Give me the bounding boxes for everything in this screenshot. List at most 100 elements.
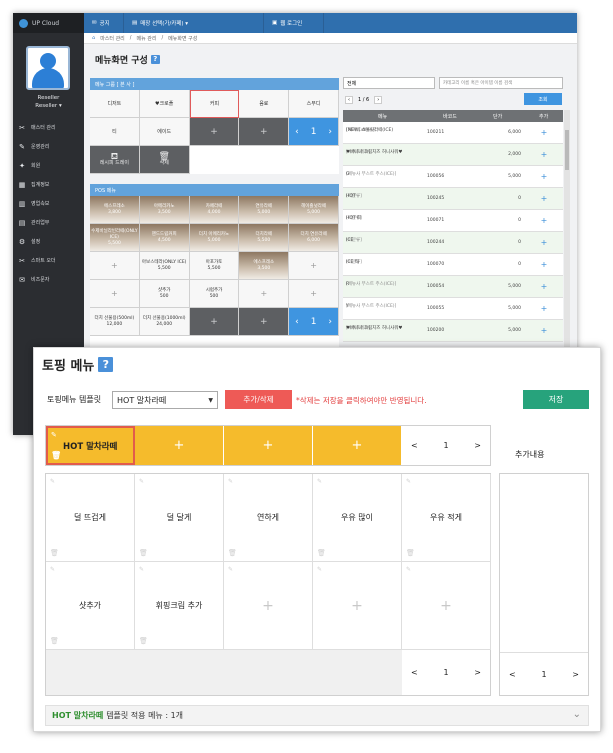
store-select[interactable]: ▤ 매장 선택(가/카페) ▾ bbox=[124, 13, 264, 33]
sidebar-item[interactable]: ✂ 매스터 관리 bbox=[13, 119, 84, 136]
add-icon[interactable]: + bbox=[529, 122, 559, 144]
topping-item[interactable]: ✎ 덜 달게 🗑 bbox=[135, 474, 224, 562]
menu-group-empty[interactable]: + bbox=[239, 118, 290, 146]
trash-icon[interactable]: 🗑 bbox=[50, 549, 59, 557]
pencil-icon[interactable]: ✎ bbox=[317, 478, 322, 485]
pencil-icon[interactable]: ✎ bbox=[406, 478, 411, 485]
pos-menu-item[interactable]: 연유라떼 5,000 bbox=[239, 196, 290, 224]
add-delete-button[interactable]: 추가/삭제 bbox=[225, 390, 292, 409]
topping-item[interactable]: ✎ 우유 많이 🗑 bbox=[313, 474, 402, 562]
template-cell-empty[interactable]: + bbox=[135, 426, 224, 465]
topping-item[interactable]: ✎ 연하게 🗑 bbox=[224, 474, 313, 562]
menu-group-cell[interactable]: 커피 bbox=[189, 90, 240, 118]
trash-icon[interactable]: 🗑 bbox=[317, 549, 326, 557]
recipe-tray-button[interactable]: ⛾ 레시피 드레이 bbox=[90, 146, 140, 174]
pencil-icon[interactable]: ✎ bbox=[139, 478, 144, 485]
pos-pager[interactable]: ‹ 1 › bbox=[289, 308, 339, 336]
prev-icon[interactable]: ‹ bbox=[295, 317, 299, 326]
topping-next-button[interactable]: > bbox=[474, 668, 481, 677]
add-icon[interactable]: + bbox=[529, 188, 559, 210]
pos-empty-cell[interactable]: + bbox=[239, 280, 290, 308]
pos-menu-item[interactable]: 샷추가 500 bbox=[139, 280, 190, 308]
pencil-icon[interactable]: ✎ bbox=[228, 478, 233, 485]
pencil-icon[interactable]: ✎ bbox=[51, 431, 57, 439]
add-next-button[interactable]: > bbox=[572, 670, 579, 679]
table-row[interactable]: [메뉴사 부스트 주스(ICE)] R 100054 5,000 + bbox=[343, 276, 563, 298]
table-row[interactable]: [미분류] ICE 100244 0 + bbox=[343, 232, 563, 254]
sidebar-item[interactable]: ✂ 스마트 오더 bbox=[13, 252, 84, 269]
topping-item[interactable]: ✎ 덜 뜨겁게 🗑 bbox=[46, 474, 135, 562]
pos-menu-item[interactable]: 핸드드립커피 4,500 bbox=[139, 224, 190, 252]
menu-group-cell[interactable]: 티 bbox=[90, 118, 140, 146]
pencil-icon[interactable]: ✎ bbox=[50, 478, 55, 485]
pos-empty-cell[interactable]: + bbox=[90, 252, 140, 280]
trash-icon[interactable]: 🗑 bbox=[139, 549, 148, 557]
pos-menu-item[interactable]: 더치라떼 5,500 bbox=[239, 224, 290, 252]
trash-icon[interactable]: 🗑 bbox=[50, 637, 59, 645]
table-row[interactable]: [메뉴사 부스트 주스(ICE)] G 100056 5,000 + bbox=[343, 166, 563, 188]
pos-menu-item[interactable]: 수제바닐라빈라떼(ONLY ICE) 5,500 bbox=[90, 224, 140, 252]
topping-item[interactable]: ✎ 휘핑크림 추가 🗑 bbox=[135, 562, 224, 650]
web-login-link[interactable]: ▣ 웹 로그인 bbox=[264, 13, 324, 33]
add-icon[interactable]: + bbox=[529, 298, 559, 320]
table-pager-next[interactable]: › bbox=[374, 96, 383, 104]
breadcrumb-master[interactable]: 마스터 관리 bbox=[100, 35, 125, 42]
pencil-icon[interactable]: ✎ bbox=[406, 566, 411, 573]
template-cell-selected[interactable]: ✎ HOT 말차라떼 🗑 bbox=[46, 426, 135, 465]
add-icon[interactable]: + bbox=[529, 232, 559, 254]
pos-menu-item[interactable]: 아포가토 5,500 bbox=[189, 252, 240, 280]
pos-menu-item[interactable]: 더치 선물용(500ml) 12,000 bbox=[90, 308, 140, 336]
table-row[interactable]: [커피(Coffee)] [NEW] 쇼콜릿라떼(ICE) 100211 6,000 + bbox=[343, 122, 563, 144]
save-button[interactable]: 저장 bbox=[523, 390, 589, 409]
table-row[interactable]: [미분류] HOT 100245 0 + bbox=[343, 188, 563, 210]
add-icon[interactable]: + bbox=[529, 144, 559, 166]
sidebar-item[interactable]: ✦ 회원 bbox=[13, 157, 84, 174]
pos-menu-item[interactable]: 헤이즐넛라떼 5,000 bbox=[289, 196, 339, 224]
help-icon[interactable]: ? bbox=[98, 357, 114, 372]
sidebar-item[interactable]: ▥ 영업속보 bbox=[13, 195, 84, 212]
topping-empty-cell[interactable]: ✎ + bbox=[313, 562, 402, 650]
pencil-icon[interactable]: ✎ bbox=[50, 566, 55, 573]
sidebar-item[interactable]: ▦ 집계정보 bbox=[13, 176, 84, 193]
pos-empty-cell[interactable]: + bbox=[189, 308, 240, 336]
trash-icon[interactable]: 🗑 bbox=[139, 637, 148, 645]
sidebar-item[interactable]: ⚙ 설정 bbox=[13, 233, 84, 250]
trash-icon[interactable]: 🗑 bbox=[51, 451, 61, 460]
topping-empty-cell[interactable]: ✎ + bbox=[402, 562, 491, 650]
notice-link[interactable]: ✉ 공지 bbox=[84, 13, 124, 33]
template-prev-button[interactable]: < bbox=[411, 441, 418, 450]
menu-group-cell[interactable]: ♥크로플 bbox=[139, 90, 190, 118]
table-row[interactable]: [사이드메뉴] ♥바나나 크림치즈 허니사워♥ 100200 5,000 + bbox=[343, 320, 563, 342]
template-cell-empty[interactable]: + bbox=[313, 426, 402, 465]
add-prev-button[interactable]: < bbox=[509, 670, 516, 679]
pos-empty-cell[interactable]: + bbox=[289, 252, 339, 280]
topping-empty-cell[interactable]: ✎ + bbox=[224, 562, 313, 650]
category-select[interactable]: 전체 bbox=[343, 77, 435, 89]
template-applied-bar[interactable]: HOT 말차라떼 템플릿 적용 메뉴 : 1개 ⌄ bbox=[45, 705, 589, 726]
app-logo[interactable]: UP Cloud bbox=[13, 13, 84, 33]
next-icon[interactable]: › bbox=[328, 127, 332, 136]
menu-group-cell[interactable]: 음료 bbox=[239, 90, 290, 118]
pos-menu-item[interactable]: 더치 선물용(1000ml) 24,000 bbox=[139, 308, 190, 336]
pos-menu-item[interactable]: 시럽추가 500 bbox=[189, 280, 240, 308]
menu-group-pager[interactable]: ‹ 1 › bbox=[289, 118, 339, 146]
topping-prev-button[interactable]: < bbox=[411, 668, 418, 677]
pos-menu-item[interactable]: 에스프레소 3,500 bbox=[239, 252, 290, 280]
pos-menu-item[interactable]: 아메리카노 3,500 bbox=[139, 196, 190, 224]
user-info[interactable]: Reseller Reseller ▾ bbox=[13, 94, 84, 110]
trash-icon[interactable]: 🗑 bbox=[406, 549, 415, 557]
chevron-down-icon[interactable]: ⌄ bbox=[573, 709, 581, 720]
menu-group-cell[interactable]: 디저트 bbox=[90, 90, 140, 118]
menu-group-cell[interactable]: 스무디 bbox=[289, 90, 339, 118]
sidebar-item[interactable]: ✉ 비즈문자 bbox=[13, 271, 84, 288]
pos-menu-item[interactable]: 아보스테라(ONLY ICE) 5,500 bbox=[139, 252, 190, 280]
add-icon[interactable]: + bbox=[529, 276, 559, 298]
add-icon[interactable]: + bbox=[529, 166, 559, 188]
pos-empty-cell[interactable]: + bbox=[90, 280, 140, 308]
search-button[interactable]: 조회 bbox=[524, 93, 562, 105]
help-icon[interactable]: ? bbox=[150, 55, 160, 64]
trash-icon[interactable]: 🗑 bbox=[228, 549, 237, 557]
add-icon[interactable]: + bbox=[529, 320, 559, 342]
template-cell-empty[interactable]: + bbox=[224, 426, 313, 465]
delete-button[interactable]: 🗑 삭제 bbox=[139, 146, 190, 174]
